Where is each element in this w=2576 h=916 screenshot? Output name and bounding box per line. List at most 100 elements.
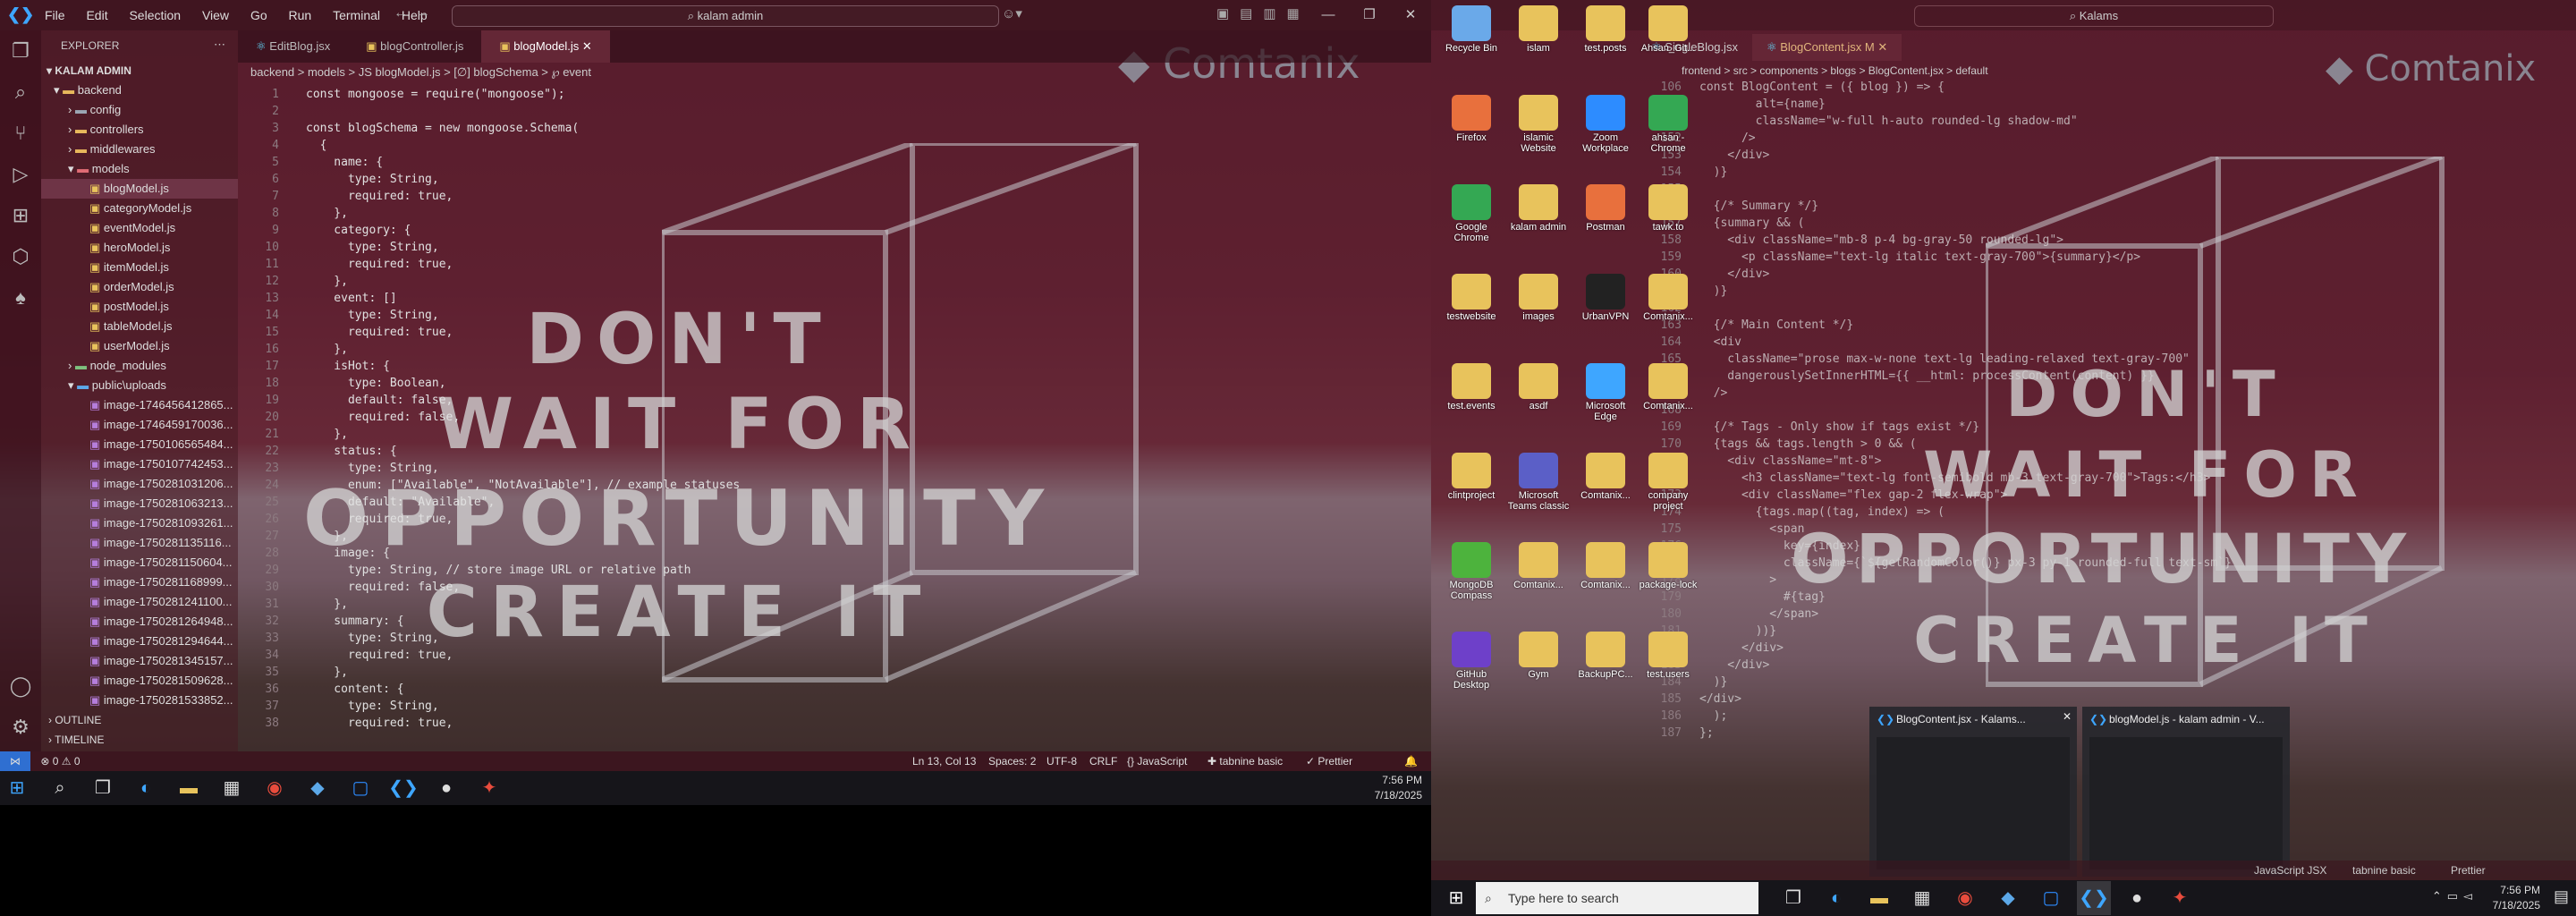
desktop-icon[interactable]: UrbanVPN bbox=[1574, 274, 1637, 322]
desktop-icon[interactable]: Comtanix... bbox=[1574, 542, 1637, 590]
code-line[interactable]: 18 type: Boolean, bbox=[238, 375, 740, 392]
file-postmodel[interactable]: ▣ postModel.js bbox=[41, 297, 238, 317]
code-line[interactable]: 21 }, bbox=[238, 426, 740, 443]
close-tab-icon[interactable]: ✕ bbox=[1877, 40, 1887, 54]
right-command-center[interactable]: ⌕ Kalams bbox=[1914, 5, 2274, 27]
menu-terminal[interactable]: Terminal bbox=[333, 8, 380, 22]
more-actions-icon[interactable]: ⋯ bbox=[214, 38, 225, 52]
desktop-icon[interactable]: islam bbox=[1507, 5, 1570, 54]
desktop-icon[interactable]: asdf bbox=[1507, 363, 1570, 411]
zoom-icon[interactable]: ▢ bbox=[2034, 881, 2068, 915]
file-image[interactable]: ▣ image-1750281294644... bbox=[41, 632, 238, 651]
folder-controllers[interactable]: › ▬ controllers bbox=[41, 120, 238, 140]
code-line[interactable]: 14 type: String, bbox=[238, 307, 740, 324]
desktop-icon[interactable]: Recycle Bin bbox=[1440, 5, 1503, 54]
code-line[interactable]: 33 type: String, bbox=[238, 630, 740, 647]
desktop-icon[interactable]: Firefox bbox=[1440, 95, 1503, 143]
taskbar-search[interactable]: ⌕ Type here to search bbox=[1476, 882, 1758, 914]
explorer-icon[interactable]: ❐ bbox=[0, 30, 41, 72]
timeline-section[interactable]: › TIMELINE bbox=[41, 730, 245, 750]
code-line[interactable]: 185 </div> bbox=[1646, 691, 2232, 708]
vscode-icon[interactable]: ❮❯ bbox=[386, 771, 420, 805]
extensions-icon[interactable]: ⊞ bbox=[0, 195, 41, 236]
code-line[interactable]: 13 event: [] bbox=[238, 290, 740, 307]
language-mode[interactable]: JavaScript JSX bbox=[2254, 861, 2326, 880]
thumbnail-blogcontent[interactable]: ❮❯ BlogContent.jsx - Kalams... ✕ bbox=[1869, 707, 2077, 877]
code-line[interactable]: 35 }, bbox=[238, 664, 740, 681]
close-icon[interactable]: ✕ bbox=[2063, 710, 2072, 723]
file-image[interactable]: ▣ image-1746456412865... bbox=[41, 395, 238, 415]
code-line[interactable]: 5 name: { bbox=[238, 154, 740, 171]
code-line[interactable]: 37 type: String, bbox=[238, 698, 740, 715]
edge-icon[interactable]: ◐ bbox=[1819, 881, 1853, 915]
cursor-position[interactable]: Ln 13, Col 13 bbox=[912, 751, 976, 771]
code-line[interactable]: 157 {summary && ( bbox=[1646, 215, 2232, 232]
desktop-icon[interactable]: islamic Website bbox=[1507, 95, 1570, 154]
edge-icon[interactable]: ◐ bbox=[129, 771, 163, 805]
desktop-icon[interactable]: GitHub Desktop bbox=[1440, 632, 1503, 691]
desktop-icon[interactable]: Ahsan_Git... bbox=[1637, 5, 1699, 54]
folder-backend[interactable]: ▾ ▬ backend bbox=[41, 81, 238, 100]
remote-indicator-icon[interactable]: ⋈ bbox=[0, 751, 30, 771]
code-line[interactable]: 106 const BlogContent = ({ blog }) => { bbox=[1646, 79, 2232, 96]
menu-go[interactable]: Go bbox=[250, 8, 267, 22]
file-image[interactable]: ▣ image-1750281509628... bbox=[41, 671, 238, 691]
language-mode[interactable]: {} JavaScript bbox=[1127, 751, 1187, 771]
code-line[interactable]: 22 status: { bbox=[238, 443, 740, 460]
desktop-icon[interactable]: test.events bbox=[1440, 363, 1503, 411]
minimize-icon[interactable]: — bbox=[1308, 0, 1349, 30]
tab-blogcontent[interactable]: ⚛ BlogContent.jsx M ✕ bbox=[1751, 34, 1902, 61]
code-line[interactable]: 24 enum: ["Available", "NotAvailable"], … bbox=[238, 477, 740, 494]
close-tab-icon[interactable]: ✕ bbox=[582, 39, 592, 53]
code-line[interactable]: 4 { bbox=[238, 137, 740, 154]
account-icon[interactable]: ◯ bbox=[0, 666, 41, 707]
code-line[interactable]: 30 required: false, bbox=[238, 579, 740, 596]
bell-icon[interactable]: 🔔 bbox=[1404, 751, 1418, 771]
code-line[interactable]: 156 {/* Summary */} bbox=[1646, 198, 2232, 215]
desktop-icon[interactable]: company project bbox=[1637, 453, 1699, 512]
task-view-icon[interactable]: ❐ bbox=[1776, 881, 1810, 915]
code-line[interactable]: 150 alt={name} bbox=[1646, 96, 2232, 113]
system-tray-icons[interactable]: ⌃▭◅ bbox=[2432, 889, 2478, 903]
desktop-icon[interactable]: clintproject bbox=[1440, 453, 1503, 501]
code-line[interactable]: 17 isHot: { bbox=[238, 358, 740, 375]
file-image[interactable]: ▣ image-1750281241100... bbox=[41, 592, 238, 612]
desktop-icon[interactable]: tawk.to bbox=[1637, 184, 1699, 233]
code-line[interactable]: 25 default: "Available", bbox=[238, 494, 740, 511]
notification-icon[interactable]: ▤ bbox=[2554, 887, 2569, 906]
run-debug-icon[interactable]: ▷ bbox=[0, 154, 41, 195]
desktop-icon[interactable]: test.posts bbox=[1574, 5, 1637, 54]
file-tablemodel[interactable]: ▣ tableModel.js bbox=[41, 317, 238, 336]
github-desktop-icon[interactable]: ● bbox=[429, 771, 463, 805]
tab-blogmodel[interactable]: ▣ blogModel.js ✕ bbox=[481, 30, 610, 63]
code-line[interactable]: 3 const blogSchema = new mongoose.Schema( bbox=[238, 120, 740, 137]
code-line[interactable]: 27 }, bbox=[238, 528, 740, 545]
desktop-icon[interactable]: Comtanix... bbox=[1507, 542, 1570, 590]
code-line[interactable]: 160 </div> bbox=[1646, 266, 2232, 283]
code-line[interactable]: 29 type: String, // store image URL or r… bbox=[238, 562, 740, 579]
desktop-icon[interactable]: Gym bbox=[1507, 632, 1570, 680]
code-line[interactable]: 15 required: true, bbox=[238, 324, 740, 341]
code-line[interactable]: 11 required: true, bbox=[238, 256, 740, 273]
taskbar-clock[interactable]: 7:56 PM 7/18/2025 bbox=[1375, 773, 1422, 803]
command-center-search[interactable]: ⌕ kalam admin bbox=[452, 5, 999, 27]
desktop-icon[interactable]: Zoom Workplace bbox=[1574, 95, 1637, 154]
remote-icon[interactable]: ⬡ bbox=[0, 236, 41, 277]
app-icon[interactable]: ◆ bbox=[301, 771, 335, 805]
chrome-icon[interactable]: ◉ bbox=[258, 771, 292, 805]
tabnine-status[interactable]: ✚ tabnine basic bbox=[1208, 751, 1283, 771]
desktop-icon[interactable]: MongoDB Compass bbox=[1440, 542, 1503, 601]
github-desktop-icon[interactable]: ● bbox=[2120, 881, 2154, 915]
desktop-icon[interactable]: package-lock bbox=[1637, 542, 1699, 590]
outline-section[interactable]: › OUTLINE bbox=[41, 710, 245, 730]
folder-config[interactable]: › ▬ config bbox=[41, 100, 238, 120]
file-image[interactable]: ▣ image-1750281063213... bbox=[41, 494, 238, 513]
folder-models[interactable]: ▾ ▬ models bbox=[41, 159, 238, 179]
menu-selection[interactable]: Selection bbox=[129, 8, 181, 22]
code-line[interactable]: 31 }, bbox=[238, 596, 740, 613]
menu-run[interactable]: Run bbox=[289, 8, 312, 22]
code-line[interactable]: 153 </div> bbox=[1646, 147, 2232, 164]
code-line[interactable]: 34 required: true, bbox=[238, 647, 740, 664]
problems-count[interactable]: ⊗ 0 ⚠ 0 bbox=[40, 755, 80, 768]
copilot-icon[interactable]: ☺▾ bbox=[1002, 5, 1022, 21]
